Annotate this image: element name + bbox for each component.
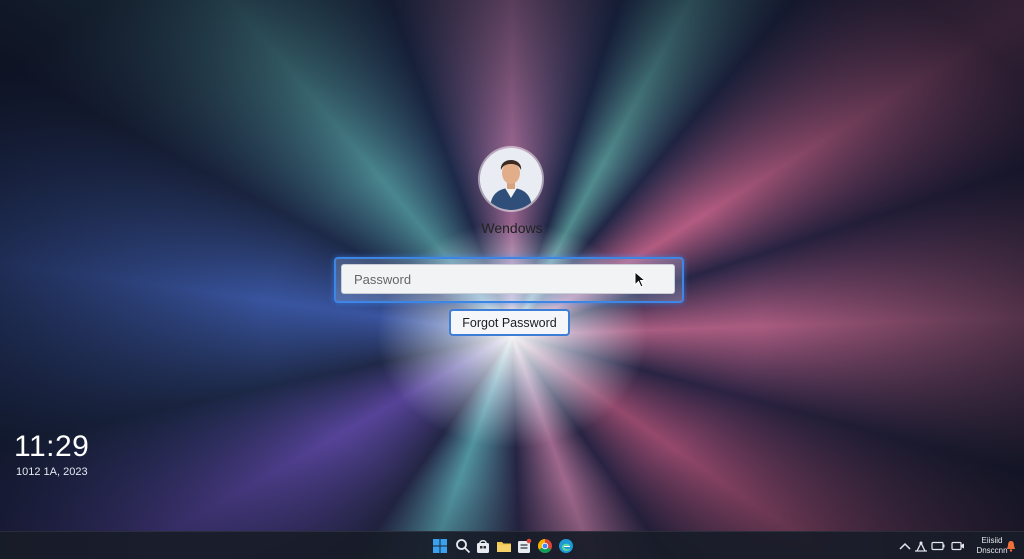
camera-icon[interactable] (951, 540, 965, 552)
forgot-password-button[interactable]: Forgot Password (449, 309, 570, 336)
store-icon[interactable] (475, 538, 491, 554)
lock-screen: Wendows Forgot Password 11:29 1012 1A, 2… (0, 0, 1024, 559)
password-input[interactable] (341, 264, 675, 294)
mouse-cursor-icon (634, 271, 647, 288)
user-avatar (480, 148, 542, 210)
person-icon (480, 148, 542, 210)
network-icon[interactable] (914, 540, 928, 552)
start-icon[interactable] (432, 538, 448, 554)
clock-date: 1012 1A, 2023 (16, 466, 88, 478)
clock-time: 11:29 (14, 430, 90, 463)
chrome-icon[interactable] (537, 538, 553, 554)
taskbar: Eiisiid Dnsccnn (0, 531, 1024, 559)
chevron-up-icon[interactable] (898, 540, 912, 552)
search-icon[interactable] (455, 538, 471, 554)
battery-icon[interactable] (931, 540, 945, 552)
notes-icon[interactable] (516, 538, 532, 554)
notification-icon[interactable] (1006, 540, 1016, 552)
user-name: Wendows (481, 220, 543, 236)
file-explorer-icon[interactable] (496, 538, 512, 554)
edge-icon[interactable] (558, 538, 574, 554)
